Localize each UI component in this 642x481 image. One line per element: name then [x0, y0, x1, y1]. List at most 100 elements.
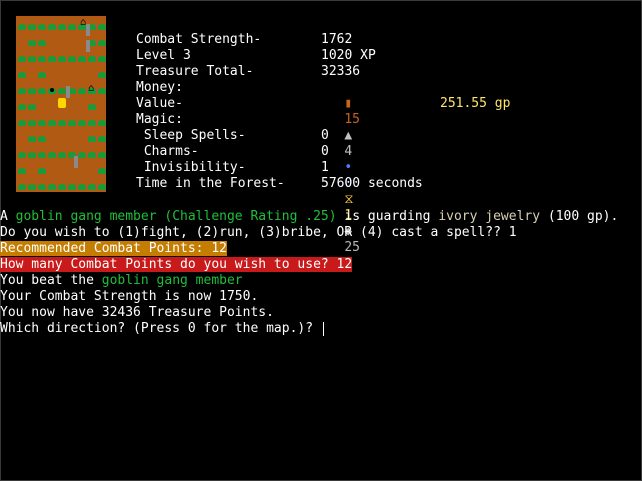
tree-icon [58, 184, 66, 190]
tree-icon [18, 72, 26, 78]
tree-icon [48, 152, 56, 158]
electrum-coin-icon: • [344, 160, 353, 175]
invisibility-value: 1 [321, 160, 329, 175]
tree-icon [18, 184, 26, 190]
time-label: Time in the Forest- [136, 176, 285, 191]
stone-pillar-icon [74, 156, 78, 168]
tree-icon [18, 168, 26, 174]
money-label: Money: [136, 80, 183, 95]
recommended-points-line: Recommended Combat Points: 12 [0, 241, 227, 256]
tree-icon [98, 88, 106, 94]
tree-icon [88, 152, 96, 158]
combat-strength-label: Combat Strength- [136, 32, 262, 47]
tree-icon [88, 184, 96, 190]
tree-icon [38, 152, 46, 158]
tree-icon [18, 120, 26, 126]
tree-icon [28, 88, 36, 94]
tree-icon [88, 136, 96, 142]
gem-icon [50, 88, 54, 92]
tree-icon [48, 56, 56, 62]
combat-strength-update-line: Your Combat Strength is now 1750. [0, 289, 259, 304]
tree-icon [28, 104, 36, 110]
tree-icon [28, 120, 36, 126]
message-log: A goblin gang member (Challenge Rating .… [0, 209, 642, 337]
time-value: 57600 seconds [321, 176, 423, 191]
tree-icon [78, 120, 86, 126]
tree-icon [38, 72, 46, 78]
treasure-label: Treasure Total- [136, 64, 254, 79]
tree-icon [98, 152, 106, 158]
combat-points-prompt-line: How many Combat Points do you wish to us… [0, 257, 353, 272]
tree-icon [28, 56, 36, 62]
tree-icon [58, 24, 66, 30]
tree-icon [18, 88, 26, 94]
monster-name: goblin gang member (Challenge Rating .25… [15, 209, 337, 224]
action-prompt-line: Do you wish to (1)fight, (2)run, (3)brib… [0, 225, 517, 240]
house-icon: ⌂ [80, 17, 87, 28]
tree-icon [98, 184, 106, 190]
silver-coin-icon: ▲ [344, 128, 353, 143]
sleep-spells-value: 0 [321, 128, 329, 143]
tree-icon [28, 24, 36, 30]
tree-icon [58, 56, 66, 62]
direction-prompt-line[interactable]: Which direction? (Press 0 for the map.)? [0, 321, 642, 337]
tree-icon [98, 168, 106, 174]
tree-icon [78, 152, 86, 158]
encounter-line: A goblin gang member (Challenge Rating .… [0, 209, 619, 224]
level-label: Level 3 [136, 48, 191, 63]
silver-amount: 4 [344, 144, 353, 159]
copper-amount: 15 [344, 112, 360, 127]
tree-icon [58, 88, 66, 94]
tree-icon [88, 104, 96, 110]
tree-icon [38, 24, 46, 30]
tree-icon [48, 184, 56, 190]
tree-icon [38, 40, 46, 46]
tree-icon [18, 24, 26, 30]
value-amount: 251.55 gp [440, 96, 511, 111]
tree-icon [18, 152, 26, 158]
xp-value: 1020 XP [321, 48, 376, 63]
tree-icon [48, 24, 56, 30]
text-cursor[interactable] [322, 321, 324, 336]
tree-icon [88, 120, 96, 126]
tree-icon [38, 136, 46, 142]
tree-icon [18, 56, 26, 62]
tree-icon [98, 40, 106, 46]
tree-icon [28, 184, 36, 190]
magic-label: Magic: [136, 112, 183, 127]
house-icon: ⌂ [88, 83, 95, 94]
tree-icon [68, 184, 76, 190]
tree-icon [18, 104, 26, 110]
player-icon [58, 98, 66, 108]
tree-icon [58, 120, 66, 126]
stone-pillar-icon [86, 40, 90, 52]
defeated-monster-name: goblin gang member [101, 273, 243, 288]
treasure-value: 32336 [321, 64, 361, 79]
combat-strength-value: 1762 [321, 32, 353, 47]
tree-icon [78, 56, 86, 62]
victory-line: You beat the goblin gang member [0, 273, 243, 288]
tree-icon [38, 56, 46, 62]
forest-map: ⌂ ⌂ [16, 16, 106, 192]
stone-pillar-icon [66, 86, 70, 98]
invisibility-label: Invisibility- [136, 160, 246, 175]
gold-coin-icon: ⧖ [344, 192, 354, 207]
charms-label: Charms- [136, 144, 199, 159]
tree-icon [28, 40, 36, 46]
tree-icon [28, 152, 36, 158]
tree-icon [68, 56, 76, 62]
tree-icon [98, 56, 106, 62]
tree-icon [68, 24, 76, 30]
tree-icon [98, 72, 106, 78]
sleep-spells-label: Sleep Spells- [136, 128, 246, 143]
tree-icon [38, 184, 46, 190]
tree-icon [38, 168, 46, 174]
tree-icon [28, 136, 36, 142]
tree-icon [38, 88, 46, 94]
treasure-update-line: You now have 32436 Treasure Points. [0, 305, 274, 320]
tree-icon [58, 152, 66, 158]
tree-icon [78, 184, 86, 190]
tree-icon [98, 24, 106, 30]
tree-icon [68, 120, 76, 126]
copper-coin-icon: ▮ [344, 96, 353, 111]
